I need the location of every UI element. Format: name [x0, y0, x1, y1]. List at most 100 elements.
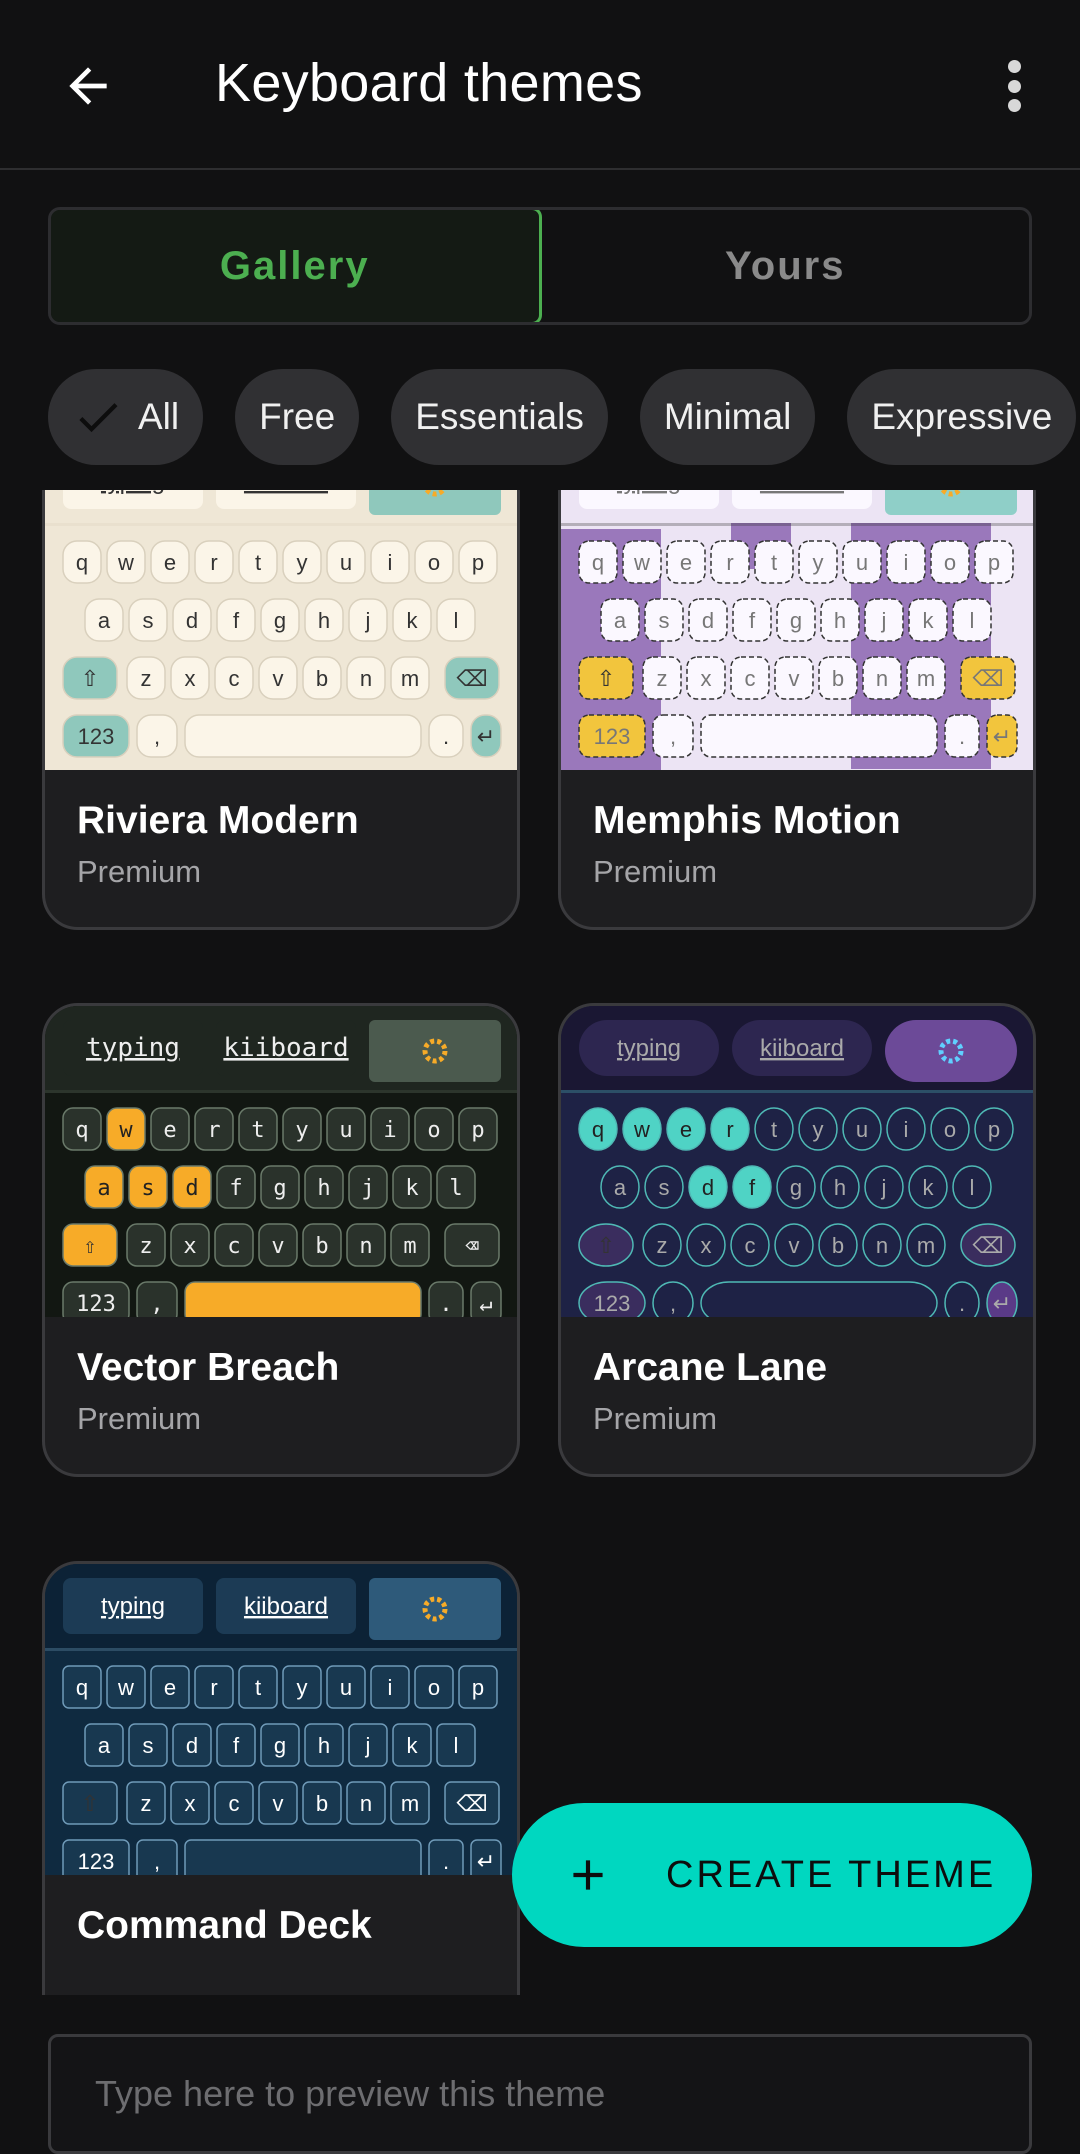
tab-yours[interactable]: Yours — [542, 210, 1030, 322]
key-label: e — [164, 550, 176, 575]
suggestion-word: kiiboard — [244, 1593, 328, 1620]
key-label: ⇧ — [83, 1234, 96, 1259]
chip-expressive[interactable]: Expressive — [847, 369, 1077, 465]
key-label: l — [454, 1733, 459, 1758]
key-label: . — [439, 1292, 452, 1317]
key-label: , — [670, 1291, 676, 1316]
suggestion-word: typing — [86, 1033, 180, 1063]
key-label: i — [388, 550, 393, 575]
theme-card-memphis-motion[interactable]: typing kiiboard q w e r t y u i o p a s d f g h j k l ⇧ z x c v b n… — [558, 490, 1036, 930]
preview-text-input[interactable]: Type here to preview this theme — [48, 2034, 1032, 2154]
key-label: 123 — [594, 1291, 631, 1316]
more-options-icon[interactable] — [990, 54, 1038, 118]
key-label: u — [340, 1675, 352, 1700]
key-label: k — [923, 1175, 935, 1200]
key-label: 123 — [76, 1292, 116, 1317]
theme-card-vector-breach[interactable]: typing kiiboard q w e r t y u i o p a s d f g h j k l ⇧ z x c v b n… — [42, 1003, 520, 1477]
key-label: , — [150, 1292, 163, 1317]
app-bar: Keyboard themes — [0, 0, 1080, 170]
key-label: e — [680, 1117, 692, 1142]
key-label: ⌫ — [972, 666, 1003, 691]
key-label: g — [790, 608, 802, 633]
keyboard-key — [184, 714, 422, 758]
key-label: i — [383, 1118, 396, 1143]
key-label: n — [360, 666, 372, 691]
key-label: ⌫ — [456, 1791, 487, 1816]
key-label: f — [233, 1733, 240, 1758]
chip-free[interactable]: Free — [235, 369, 360, 465]
theme-card-command-deck[interactable]: typing kiiboard q w e r t y u i o p a s d f g h j k l ⇧ z x c v b n… — [42, 1561, 520, 1995]
key-label: u — [340, 550, 352, 575]
key-label: t — [771, 1117, 777, 1142]
key-label: d — [186, 608, 198, 633]
key-label: p — [988, 550, 1000, 575]
key-label: p — [472, 550, 484, 575]
key-label: x — [701, 1233, 712, 1258]
key-label: c — [745, 666, 756, 691]
key-label: k — [407, 608, 419, 633]
key-label: p — [471, 1118, 484, 1143]
key-label: l — [449, 1176, 462, 1201]
key-label: j — [361, 1176, 374, 1201]
theme-card-riviera-modern[interactable]: typing kiiboard q w e r t y u i o p a s d f g h j k l ⇧ z x c v b n… — [42, 490, 520, 930]
key-label: m — [401, 1791, 419, 1816]
key-label: 123 — [594, 724, 631, 749]
key-label: e — [164, 1675, 176, 1700]
key-label: r — [726, 550, 733, 575]
key-label: , — [154, 1849, 160, 1874]
theme-card-arcane-lane[interactable]: typing kiiboard q w e r t y u i o p a s d f g h j k l ⇧ z x c v b n… — [558, 1003, 1036, 1477]
key-label: f — [229, 1176, 242, 1201]
key-label: m — [401, 666, 419, 691]
key-label: q — [592, 1117, 604, 1142]
key-label: o — [944, 550, 956, 575]
key-label: a — [614, 1175, 627, 1200]
key-label: w — [117, 550, 134, 575]
theme-grid: typing kiiboard q w e r t y u i o p a s d f g h j k l ⇧ z x c v b n… — [0, 490, 1080, 1995]
key-label: . — [959, 1291, 965, 1316]
page-title: Keyboard themes — [215, 53, 643, 113]
key-label: s — [141, 1176, 154, 1201]
chip-minimal[interactable]: Minimal — [639, 369, 816, 465]
theme-name: Command Deck — [77, 1904, 372, 1947]
chip-all[interactable]: All — [48, 369, 204, 465]
key-label: y — [297, 550, 308, 575]
key-label: o — [428, 550, 440, 575]
key-label: e — [680, 550, 692, 575]
key-label: w — [117, 1675, 134, 1700]
key-label: g — [273, 1176, 286, 1201]
suggestion-word: kiiboard — [760, 490, 844, 495]
key-label: z — [141, 1791, 152, 1816]
key-label: s — [659, 1175, 670, 1200]
theme-tier: Premium — [593, 854, 718, 889]
settings-key — [369, 1578, 501, 1640]
key-label: y — [813, 1117, 824, 1142]
key-label: ⇧ — [597, 666, 615, 691]
tab-gallery[interactable]: Gallery — [51, 210, 542, 322]
key-label: h — [318, 608, 330, 633]
key-label: r — [210, 1675, 217, 1700]
keyboard-preview: typing kiiboard q w e r t y u i o p a s d f g h j k l ⇧ z x c v b n… — [561, 490, 1033, 770]
suggestion-word: kiiboard — [223, 1033, 348, 1063]
key-label: a — [98, 608, 111, 633]
key-label: c — [229, 1791, 240, 1816]
key-label: d — [186, 1733, 198, 1758]
filter-chips: All Free Essentials Minimal Expressive F — [48, 369, 1080, 465]
key-label: ↵ — [993, 724, 1011, 749]
key-label: h — [834, 608, 846, 633]
key-label: f — [749, 1175, 756, 1200]
key-label: , — [670, 724, 676, 749]
suggestion-word: typing — [101, 1593, 165, 1620]
key-label: k — [405, 1176, 418, 1201]
key-label: b — [832, 1233, 844, 1258]
key-label: c — [229, 666, 240, 691]
chip-essentials[interactable]: Essentials — [391, 369, 608, 465]
key-label: a — [614, 608, 627, 633]
key-label: ⌫ — [456, 666, 487, 691]
theme-name: Riviera Modern — [77, 799, 359, 842]
theme-tier: Premium — [77, 854, 202, 889]
key-label: s — [659, 608, 670, 633]
key-label: z — [657, 1233, 668, 1258]
key-label: r — [207, 1118, 220, 1143]
back-arrow-icon[interactable] — [52, 50, 124, 122]
create-theme-button[interactable]: CREATE THEME — [512, 1803, 1032, 1947]
